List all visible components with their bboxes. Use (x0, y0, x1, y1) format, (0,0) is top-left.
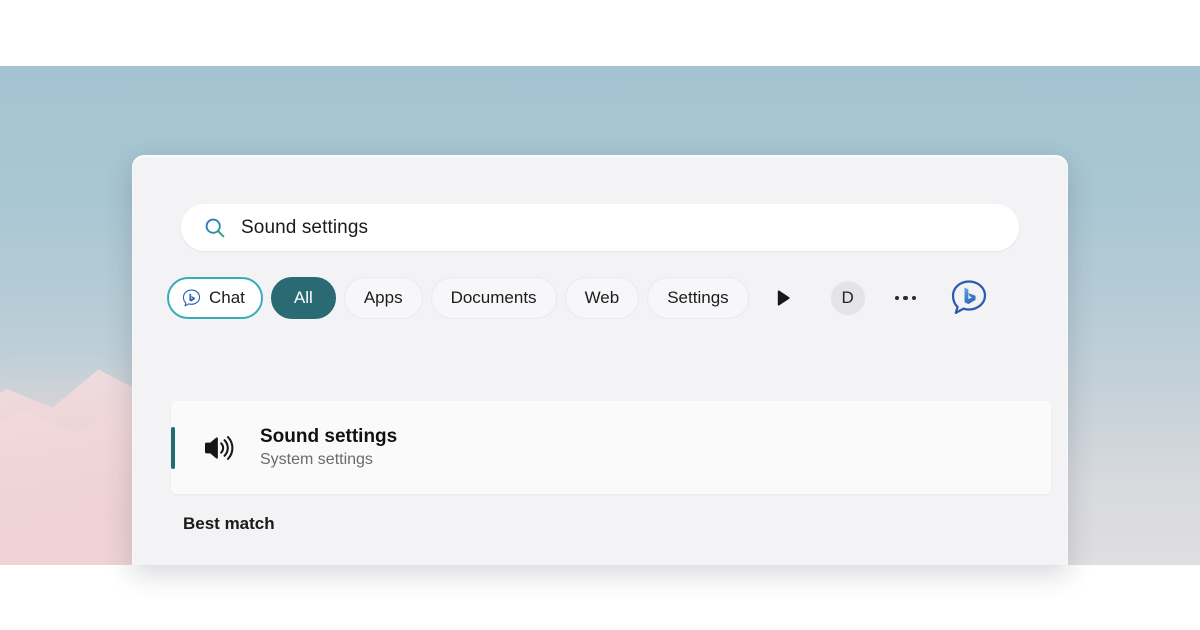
filter-pill-chat[interactable]: Chat (167, 277, 263, 319)
filter-pill-apps[interactable]: Apps (343, 277, 423, 319)
filter-pill-web-label: Web (584, 288, 620, 307)
avatar-initial: D (841, 288, 854, 307)
selected-indicator-bar (171, 427, 175, 469)
ellipsis-dot (903, 295, 908, 301)
windows-search-panel: Sound settings Chat All Apps Documents W… (132, 155, 1068, 565)
filter-pill-all-label: All (293, 288, 313, 307)
best-match-result-row[interactable]: Sound settings System settings (171, 401, 1051, 494)
filter-pill-documents-label: Documents (450, 288, 537, 307)
filter-pill-settings[interactable]: Settings (647, 277, 749, 319)
filter-pill-documents[interactable]: Documents (430, 277, 557, 319)
speaker-volume-icon (205, 435, 234, 460)
filter-pill-chat-label: Chat (209, 288, 245, 307)
chevron-right-triangle-icon (777, 290, 790, 306)
ellipsis-dot (894, 295, 900, 301)
ellipsis-icon[interactable] (889, 281, 923, 315)
search-filter-bar: Chat All Apps Documents Web Settings D (167, 274, 1037, 322)
screenshot-canvas: Sound settings Chat All Apps Documents W… (0, 0, 1200, 630)
search-input[interactable]: Sound settings (181, 204, 1019, 251)
search-input-value: Sound settings (241, 216, 369, 238)
best-match-heading: Best match (183, 514, 275, 533)
bing-chat-icon (182, 289, 201, 306)
search-icon (205, 218, 225, 237)
filter-more-button[interactable] (767, 277, 801, 319)
filter-pill-all[interactable]: All (270, 277, 336, 319)
filter-pill-apps-label: Apps (363, 288, 403, 307)
best-match-text-block: Sound settings System settings (260, 426, 397, 469)
best-match-title: Sound settings (260, 426, 398, 447)
avatar[interactable]: D (830, 281, 865, 315)
ellipsis-dot (911, 295, 917, 301)
filter-pill-settings-label: Settings (667, 288, 729, 307)
bing-chat-icon[interactable] (949, 278, 989, 318)
best-match-subtitle: System settings (260, 451, 373, 468)
filter-pill-web[interactable]: Web (564, 277, 640, 319)
